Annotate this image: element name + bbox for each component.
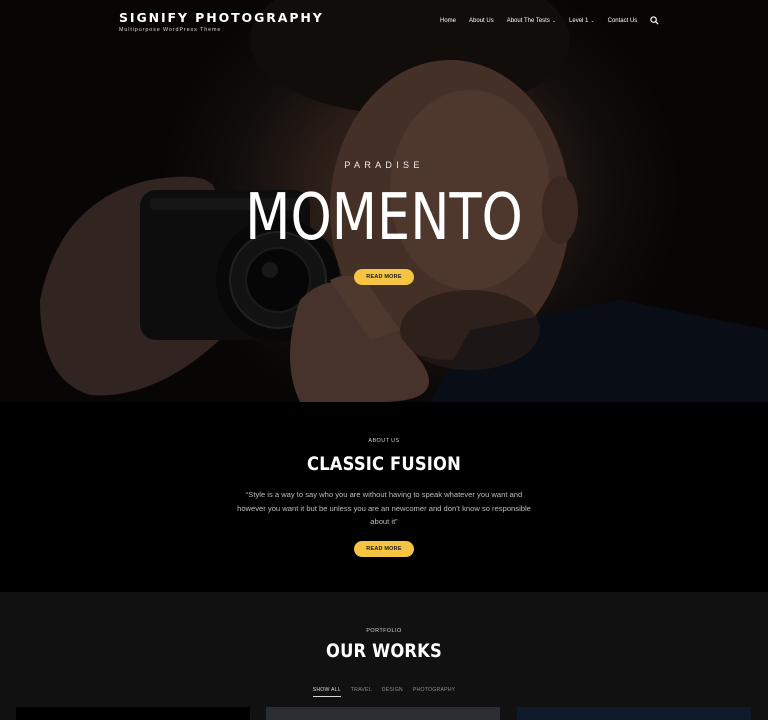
- portfolio-eyebrow: PORTFOLIO: [366, 628, 402, 634]
- hero-subtitle: PARADISE: [344, 160, 424, 170]
- filter-design[interactable]: DESIGN: [382, 687, 403, 697]
- portfolio-item[interactable]: [266, 707, 500, 720]
- about-section: ABOUT US CLASSIC FUSION “Style is a way …: [0, 402, 768, 592]
- about-read-more-button[interactable]: READ MORE: [354, 541, 414, 557]
- portfolio-section: PORTFOLIO OUR WORKS SHOW ALL TRAVEL DESI…: [0, 592, 768, 720]
- portfolio-item[interactable]: [517, 707, 751, 720]
- nav-item-label: Level 1: [569, 17, 589, 24]
- hero-title: MOMENTO: [245, 181, 523, 255]
- filter-photography[interactable]: PHOTOGRAPHY: [413, 687, 455, 697]
- nav-item-level-1[interactable]: Level 1 ⌄: [569, 18, 595, 24]
- portfolio-title: OUR WORKS: [326, 640, 442, 662]
- nav-item-about-the-tests[interactable]: About The Tests ⌄: [507, 18, 556, 24]
- filter-travel[interactable]: TRAVEL: [351, 687, 372, 697]
- nav-item-label: About The Tests: [506, 17, 550, 24]
- main-navigation: Home About Us About The Tests ⌄ Level 1 ⌄ …: [440, 16, 659, 25]
- site-tagline: Multipurpose WordPress Theme: [119, 27, 222, 33]
- about-eyebrow: ABOUT US: [368, 438, 400, 444]
- chevron-down-icon: ⌄: [551, 17, 557, 24]
- about-quote: “Style is a way to say who you are witho…: [237, 490, 531, 526]
- portfolio-item[interactable]: [16, 707, 250, 720]
- chevron-down-icon: ⌄: [590, 17, 595, 24]
- hero-read-more-button[interactable]: READ MORE: [354, 269, 414, 285]
- search-icon[interactable]: [650, 16, 659, 25]
- filter-show-all[interactable]: SHOW ALL: [312, 687, 341, 697]
- nav-item-contact-us[interactable]: Contact Us: [608, 18, 638, 24]
- portfolio-filters: SHOW ALL TRAVEL DESIGN PHOTOGRAPHY: [0, 687, 768, 697]
- site-title[interactable]: SIGNIFY PHOTOGRAPHY: [119, 10, 324, 25]
- nav-item-home[interactable]: Home: [440, 18, 456, 24]
- hero-section: SIGNIFY PHOTOGRAPHY Multipurpose WordPre…: [0, 0, 768, 402]
- site-branding[interactable]: SIGNIFY PHOTOGRAPHY Multipurpose WordPre…: [119, 10, 324, 33]
- about-title: CLASSIC FUSION: [307, 453, 461, 475]
- nav-item-about-us[interactable]: About Us: [469, 18, 494, 24]
- nav-item-label: Contact Us: [607, 17, 638, 24]
- nav-item-label: About Us: [469, 17, 494, 24]
- nav-item-label: Home: [440, 17, 457, 24]
